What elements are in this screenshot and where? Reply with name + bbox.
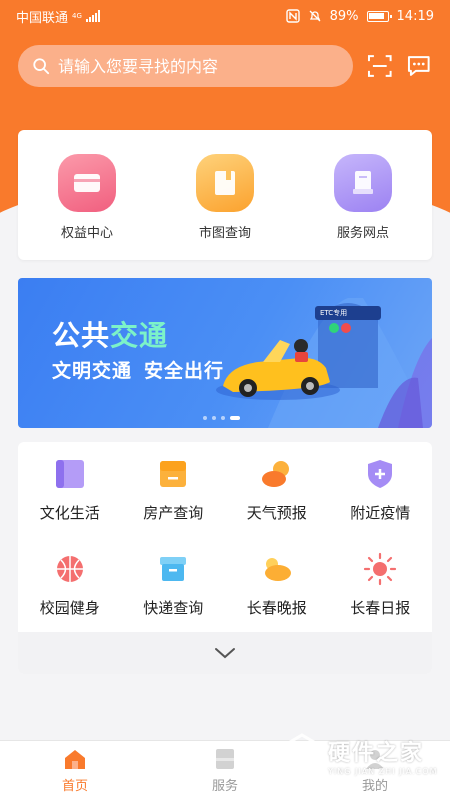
network-type: 4G [72,11,82,20]
tab-label: 首页 [61,779,88,794]
tab-home[interactable]: 首页 [0,741,150,800]
basketball-icon [50,549,90,589]
card-icon [58,153,116,212]
watermark-subtext: YING JIAN ZHI JIA.COM [328,766,438,776]
service-nearby-epidemic[interactable]: 附近疫情 [329,454,433,549]
quick-item-map-query[interactable]: 市图查询 [170,153,280,241]
services-card: 文化生活 房产查询 天气预报 附近疫情 校园健身 快递查询 长春晚报 长春日报 [18,442,432,674]
service-changchun-daily[interactable]: 长春日报 [329,549,433,644]
service-property-query[interactable]: 房产查询 [122,454,226,549]
services-grid: 文化生活 房产查询 天气预报 附近疫情 校园健身 快递查询 长春晚报 长春日报 [18,442,432,644]
service-changchun-evening-news[interactable]: 长春晚报 [225,549,329,644]
expand-services-button[interactable] [18,632,432,674]
services-icon [216,749,234,769]
message-icon[interactable] [406,53,432,79]
pagination-dot[interactable] [203,416,207,420]
banner-title: 公共交通 [52,319,169,352]
search-row [18,44,432,88]
box-icon [153,549,193,589]
search-icon [33,58,50,75]
service-campus-fitness[interactable]: 校园健身 [18,549,122,644]
service-culture-life[interactable]: 文化生活 [18,454,122,549]
quick-item-rights-center[interactable]: 权益中心 [32,153,142,241]
document-icon [334,153,392,212]
house-icon [153,454,193,494]
quick-item-label: 市图查询 [198,225,251,241]
sun-icon [360,549,400,589]
status-bar: 中国联通 4G 89% 14:19 [0,0,450,32]
pagination-dot[interactable] [221,416,225,420]
watermark-logo-icon [283,733,321,777]
promo-banner[interactable]: 公共交通 文明交通 安全出行 ETC专用 [18,278,432,428]
pagination-dot-active[interactable] [230,416,240,420]
watermark-text: 硬件之家 [328,740,425,766]
clock: 14:19 [396,8,434,24]
service-label: 房产查询 [143,504,204,522]
mute-bell-icon [309,10,321,22]
cloud-sun-icon [257,549,297,589]
book-icon [50,454,90,494]
service-label: 文化生活 [39,504,100,522]
banner-pagination[interactable] [203,416,240,420]
scan-icon[interactable] [367,53,393,79]
weather-icon [257,454,297,494]
service-label: 长春晚报 [246,599,307,617]
tab-services[interactable]: 服务 [150,741,300,800]
pagination-dot[interactable] [212,416,216,420]
banner-subtitle: 文明交通 安全出行 [52,360,225,382]
service-label: 附近疫情 [350,504,411,522]
book-icon [196,153,254,212]
home-icon [65,750,85,769]
service-weather[interactable]: 天气预报 [225,454,329,549]
battery-percent: 89% [329,8,359,24]
shield-plus-icon [360,454,400,494]
carrier-name: 中国联通 [16,10,69,26]
service-express-query[interactable]: 快递查询 [122,549,226,644]
quick-item-label: 服务网点 [336,225,389,241]
nfc-icon [285,9,300,23]
signal-icon [85,10,100,22]
tab-label: 服务 [211,779,238,794]
battery-icon [366,10,392,22]
service-label: 快递查询 [143,599,204,617]
quick-item-service-outlets[interactable]: 服务网点 [308,153,418,241]
service-label: 天气预报 [246,504,307,522]
service-label: 校园健身 [39,599,100,617]
chevron-down-icon [215,648,235,659]
watermark: 硬件之家 YING JIAN ZHI JIA.COM [282,730,442,780]
search-input[interactable] [58,56,338,76]
service-label: 长春日报 [350,599,411,617]
quick-actions-card: 权益中心 市图查询 服务网点 [18,130,432,260]
quick-item-label: 权益中心 [60,225,113,241]
banner-etc-tag: ETC专用 [320,309,348,317]
search-bar[interactable] [18,45,353,87]
